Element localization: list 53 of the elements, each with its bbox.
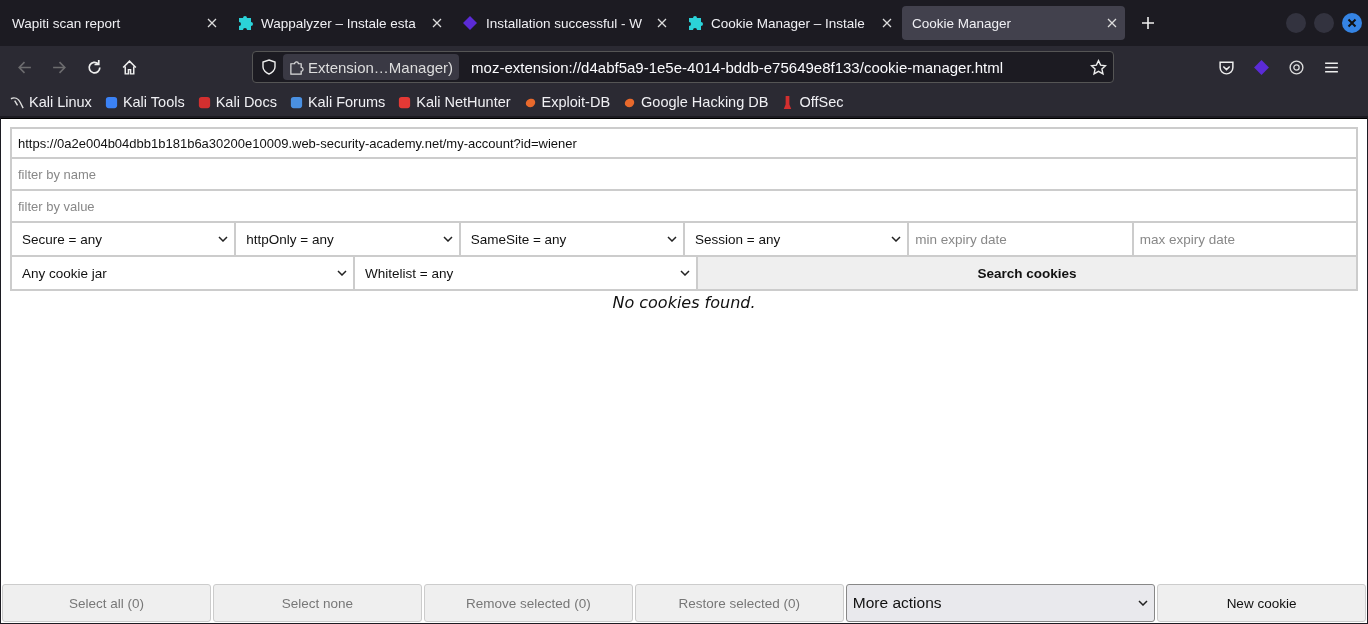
pocket-icon[interactable] [1218, 58, 1235, 76]
close-icon[interactable] [882, 18, 892, 28]
bookmark-link[interactable]: Exploit-DB [522, 94, 611, 110]
tab-title: Installation successful - W [486, 15, 644, 31]
puzzle-icon [237, 15, 253, 31]
browser-tab[interactable]: Cookie Manager – Instale [677, 6, 900, 40]
chevron-icon [1138, 600, 1149, 606]
close-icon[interactable] [432, 18, 442, 28]
bookmark-link[interactable]: Kali NetHunter [397, 94, 511, 110]
tab-title: Wapiti scan report [12, 15, 122, 31]
bookmark-link[interactable]: Kali Forums [288, 94, 386, 110]
bookmark-icon [288, 94, 304, 110]
close-icon[interactable] [207, 18, 217, 28]
puzzle-icon [289, 59, 304, 75]
site-identity-button[interactable]: Extension…Manager) [283, 54, 460, 80]
value-filter-field[interactable]: filter by value [10, 191, 1358, 223]
cookie-jar-dropdown[interactable]: Any cookie jar [12, 257, 353, 289]
tab-title: Cookie Manager [912, 15, 1013, 31]
bookmark-icon [196, 94, 212, 110]
chevron-icon [337, 270, 347, 276]
close-icon[interactable] [1107, 18, 1117, 28]
star-icon[interactable] [1090, 58, 1107, 76]
shield-icon [261, 59, 277, 75]
tab-title: Cookie Manager – Instale [711, 15, 866, 31]
browser-tab[interactable]: Wappalyzer – Instale esta [227, 6, 450, 40]
tab-title: Wappalyzer – Instale esta [261, 15, 417, 31]
close-icon[interactable] [657, 18, 667, 28]
address-bar[interactable]: Extension…Manager) moz-extension://d4abf5a9-1e5e-4014-bddb-e75649e8f133/cookie-manager.html [252, 51, 1114, 83]
new-tab-icon[interactable] [1141, 16, 1155, 30]
browser-tab[interactable]: Installation successful - W [452, 6, 675, 40]
bookmark-link[interactable]: OffSec [780, 94, 844, 110]
search-cookies-button[interactable]: Search cookies [698, 257, 1356, 289]
whitelist-dropdown[interactable]: Whitelist = any [355, 257, 696, 289]
name-filter-field[interactable]: filter by name [10, 159, 1358, 191]
bookmark-link[interactable]: Google Hacking DB [622, 94, 769, 110]
empty-message: No cookies found. [611, 292, 757, 312]
bookmark-link[interactable]: Kali Docs [196, 94, 277, 110]
action-button[interactable]: New cookie [1157, 584, 1366, 622]
bookmark-icon [397, 94, 413, 110]
bookmark-link[interactable]: Kali Tools [103, 94, 185, 110]
home-icon[interactable] [121, 58, 138, 76]
browser-tab[interactable]: Cookie Manager [902, 6, 1125, 40]
diamond-icon [462, 15, 478, 31]
bookmark-icon [103, 94, 119, 110]
reload-icon[interactable] [86, 58, 103, 76]
chevron-icon [680, 270, 690, 276]
more-actions-dropdown[interactable]: More actions [845, 584, 1156, 622]
extension-icon[interactable] [1288, 58, 1305, 76]
url-field[interactable]: https://0a2e004b04dbb1b181b6a30200e10009.web-security-academy.net/my-account?id=wiener [10, 127, 1358, 159]
browser-tab[interactable]: Wapiti scan report [2, 6, 225, 40]
puzzle-icon [687, 15, 703, 31]
bookmark-link[interactable]: Kali Linux [10, 94, 92, 110]
url-text: moz-extension://d4abf5a9-1e5e-4014-bddb-e75649e8f133/cookie-manager.html [471, 58, 1005, 76]
